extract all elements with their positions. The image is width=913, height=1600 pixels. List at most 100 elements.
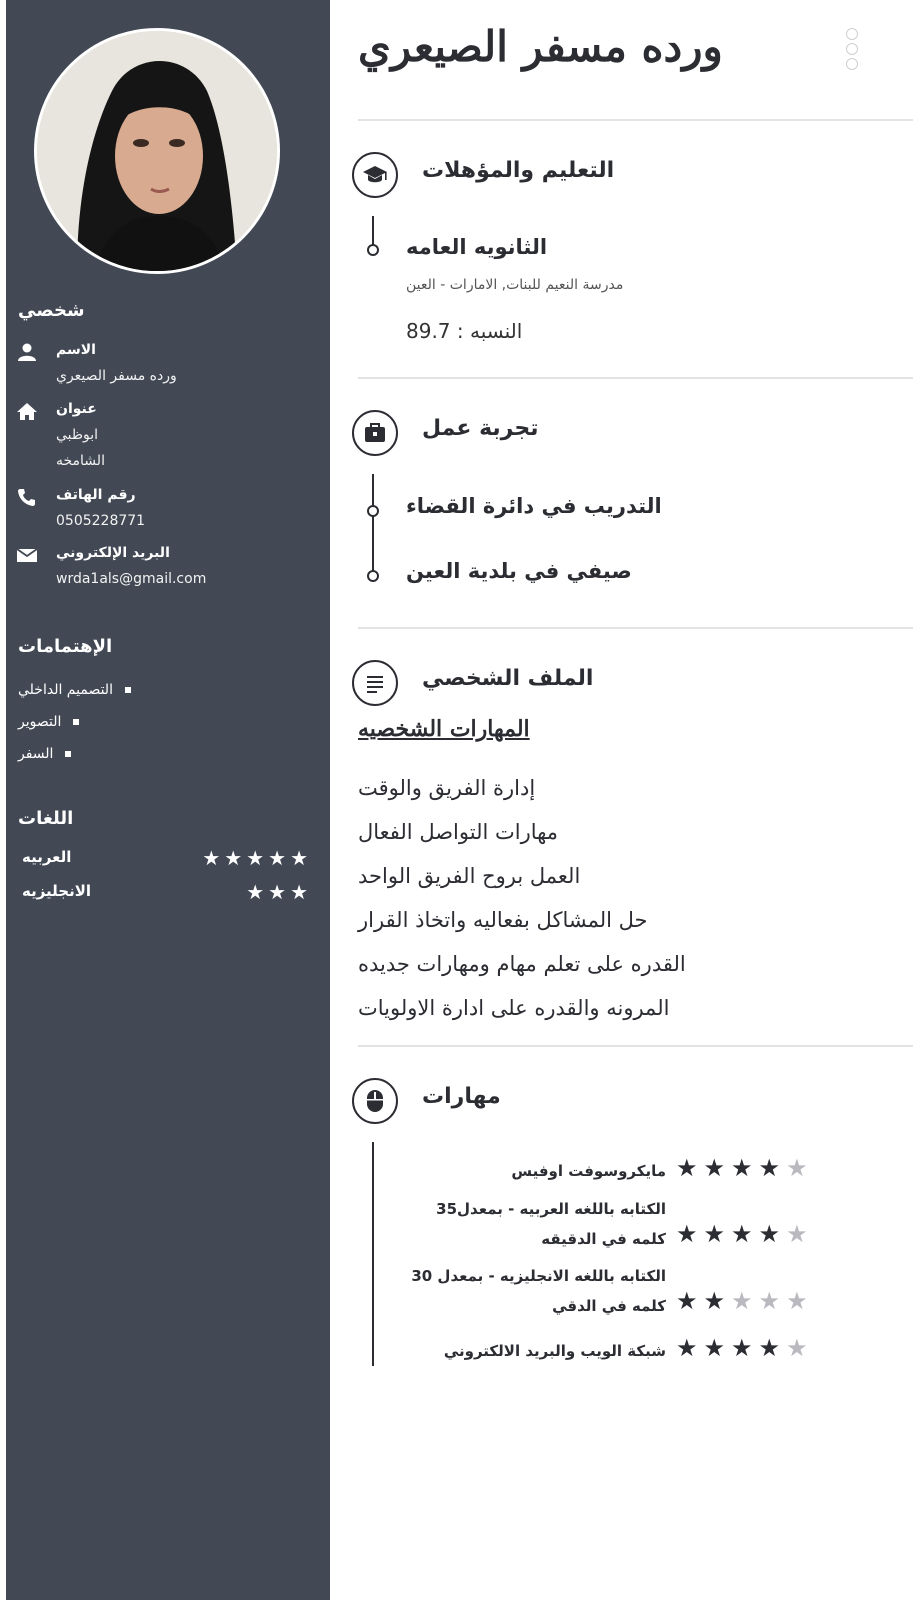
star-filled-icon: ★	[731, 1154, 759, 1182]
interest-label: التصوير	[18, 714, 62, 730]
experience-item: التدريب في دائرة القضاء	[406, 494, 662, 518]
address-label: عنوان	[56, 401, 97, 417]
divider	[358, 119, 913, 121]
star-empty-icon: ★	[786, 1154, 814, 1182]
education-title: التعليم والمؤهلات	[422, 158, 615, 183]
document-lines-icon	[367, 676, 383, 693]
star-filled-icon: ★	[758, 1154, 787, 1182]
briefcase-icon	[365, 423, 385, 442]
star-filled-icon: ★	[676, 1287, 704, 1315]
divider	[358, 627, 913, 629]
bullet-icon	[124, 687, 131, 693]
experience-item: صيفي في بلدية العين	[406, 559, 632, 583]
interests-heading: الإهتمامات	[18, 636, 113, 657]
education-item-grade: النسبه : 89.7	[406, 319, 523, 343]
skills-section-icon	[352, 1078, 398, 1124]
email-value[interactable]: wrda1als@gmail.com	[56, 571, 206, 587]
languages-heading: اللغات	[18, 808, 74, 829]
language-name: العربيه	[22, 848, 72, 866]
personal-email-row: البريد الإلكتروني wrda1als@gmail.com	[16, 545, 316, 595]
skill-label: مايكروسوفت اوفيس	[511, 1162, 666, 1180]
page-title: ورده مسفر الصيعري	[358, 22, 723, 71]
skill-rating: ★★★★★	[676, 1154, 814, 1182]
star-icon: ★	[290, 880, 312, 904]
star-icon: ★	[290, 846, 312, 870]
language-name: الانجليزيه	[22, 882, 92, 900]
profile-line: مهارات التواصل الفعال	[358, 820, 559, 844]
address-line1: ابوظبي	[56, 427, 99, 443]
star-filled-icon: ★	[758, 1220, 787, 1248]
person-icon	[18, 343, 36, 361]
skill-label: الكتابه باللغه العربيه - بمعدل35 كلمه في…	[436, 1200, 666, 1248]
home-icon	[17, 403, 37, 420]
star-empty-icon: ★	[786, 1287, 814, 1315]
profile-section-icon	[352, 660, 398, 706]
profile-line: حل المشاكل بفعاليه واتخاذ القرار	[358, 908, 648, 932]
timeline-dot	[367, 244, 379, 256]
star-filled-icon: ★	[676, 1334, 704, 1362]
main-content: ورده مسفر الصيعري التعليم والمؤهلات الثا…	[330, 0, 913, 1600]
profile-title: الملف الشخصي	[422, 666, 594, 691]
interest-item: التصميم الداخلي	[18, 682, 131, 698]
skill-label: الكتابه باللغه الانجليزيه - بمعدل 30 كلم…	[411, 1267, 666, 1315]
skills-title: مهارات	[422, 1084, 501, 1109]
language-rating: ★★★★★	[202, 846, 312, 870]
timeline-dot	[367, 570, 379, 582]
education-section-icon	[352, 152, 398, 198]
star-empty-icon: ★	[758, 1287, 787, 1315]
star-icon: ★	[268, 880, 291, 904]
star-icon: ★	[246, 846, 269, 870]
personal-name-row: الاسم ورده مسفر الصيعري	[16, 342, 316, 390]
star-empty-icon: ★	[786, 1220, 814, 1248]
bullet-icon	[65, 751, 72, 757]
profile-line: القدره على تعلم مهام ومهارات جديده	[358, 952, 686, 976]
divider	[358, 377, 913, 379]
star-filled-icon: ★	[703, 1287, 732, 1315]
star-icon: ★	[246, 880, 269, 904]
star-filled-icon: ★	[758, 1334, 787, 1362]
personal-phone-row: رقم الهاتف 0505228771	[16, 487, 316, 537]
experience-title: تجربة عمل	[422, 416, 539, 441]
phone-icon	[18, 489, 35, 506]
profile-line: العمل بروح الفريق الواحد	[358, 864, 581, 888]
language-row: الانجليزيه ★★★	[16, 880, 312, 904]
language-row: العربيه ★★★★★	[16, 846, 312, 870]
more-options-icon[interactable]	[846, 28, 862, 76]
skill-label: شبكة الويب والبريد الالكتروني	[443, 1342, 666, 1360]
language-rating: ★★★	[246, 880, 312, 904]
email-icon	[16, 548, 38, 562]
personal-address-row: عنوان ابوظبي الشامخه	[16, 401, 316, 477]
timeline-line	[372, 1142, 374, 1366]
sidebar: شخصي الاسم ورده مسفر الصيعري عنوان ابوظب…	[6, 0, 330, 1600]
portrait-image	[37, 31, 277, 271]
skill-rating: ★★★★★	[676, 1334, 814, 1362]
star-empty-icon: ★	[786, 1334, 814, 1362]
skill-rating: ★★★★★	[676, 1220, 814, 1248]
profile-subheading: المهارات الشخصيه	[358, 716, 530, 742]
interest-label: التصميم الداخلي	[18, 682, 113, 698]
profile-line: المرونه والقدره على ادارة الاولويات	[358, 996, 670, 1020]
star-filled-icon: ★	[731, 1220, 759, 1248]
phone-label: رقم الهاتف	[56, 487, 136, 503]
skill-rating: ★★★★★	[676, 1287, 814, 1315]
star-filled-icon: ★	[703, 1154, 732, 1182]
divider	[358, 1045, 913, 1047]
personal-heading: شخصي	[18, 300, 85, 321]
graduation-cap-icon	[363, 166, 387, 183]
star-icon: ★	[224, 846, 247, 870]
star-empty-icon: ★	[731, 1287, 759, 1315]
name-label: الاسم	[56, 342, 96, 358]
email-label: البريد الإلكتروني	[56, 545, 170, 561]
name-value: ورده مسفر الصيعري	[56, 368, 177, 384]
star-icon: ★	[202, 846, 225, 870]
timeline-line	[372, 474, 374, 574]
star-filled-icon: ★	[703, 1220, 732, 1248]
star-filled-icon: ★	[676, 1154, 704, 1182]
interest-item: التصوير	[18, 714, 80, 730]
education-item-school: مدرسة النعيم للبنات, الامارات - العين	[406, 277, 624, 293]
star-filled-icon: ★	[703, 1334, 732, 1362]
timeline-dot	[367, 505, 379, 517]
profile-photo	[34, 28, 280, 274]
interest-label: السفر	[18, 746, 54, 762]
star-filled-icon: ★	[731, 1334, 759, 1362]
